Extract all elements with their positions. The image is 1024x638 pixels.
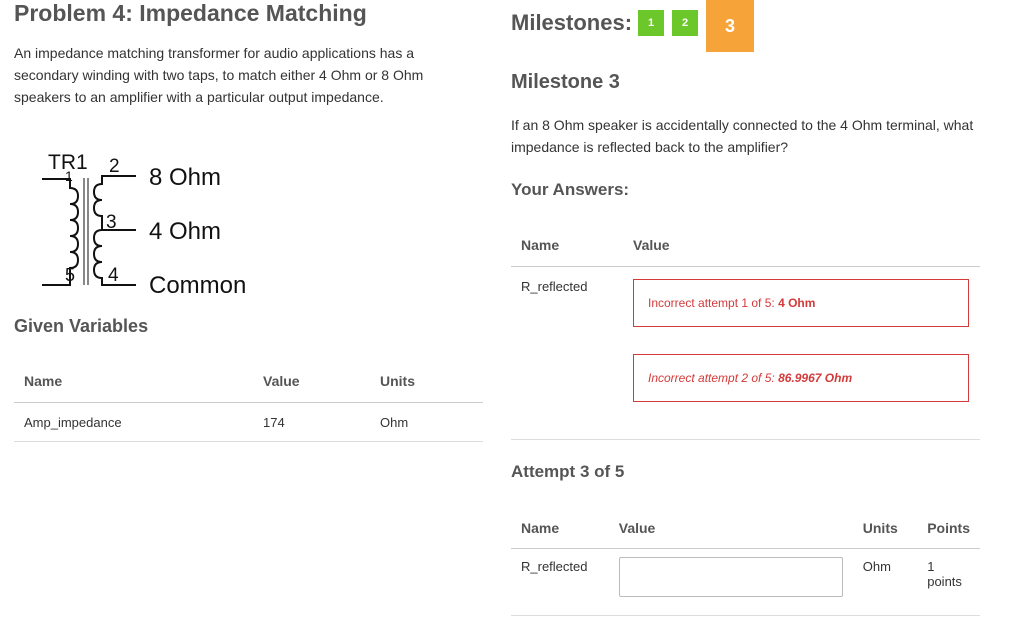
variable-name: Amp_impedance: [14, 402, 253, 442]
column-header-name: Name: [511, 508, 609, 549]
attempt-units: Ohm: [852, 548, 918, 616]
r-reflected-input[interactable]: [618, 557, 843, 597]
pin-3-label: 3: [106, 212, 117, 233]
table-row: Amp_impedance 174 Ohm: [14, 402, 483, 442]
table-header-row: Name Value Units: [14, 360, 483, 403]
your-answers-title: Your Answers:: [511, 180, 630, 199]
milestones-label: Milestones:: [511, 10, 633, 35]
transformer-diagram: TR1 1 2 3 4 5 8 Ohm 4 Ohm Common: [42, 151, 246, 299]
transformer-core: [83, 178, 89, 285]
attempt-title: Attempt 3 of 5: [511, 462, 625, 481]
your-answers-table: Name Value R_reflected Incorrect attempt…: [511, 224, 980, 439]
table-header-row: Name Value: [511, 224, 980, 267]
table-row: R_reflected Ohm 1 points: [511, 548, 980, 616]
column-header-units: Units: [370, 360, 483, 403]
column-header-points: Points: [917, 508, 980, 549]
tap-label-8-ohm: 8 Ohm: [149, 164, 221, 191]
problem-description: An impedance matching transformer for au…: [14, 45, 424, 105]
attempt-variable-name: R_reflected: [511, 548, 609, 616]
milestone-question: If an 8 Ohm speaker is accidentally conn…: [511, 117, 974, 155]
tap-label-common: Common: [149, 272, 246, 299]
milestone-3-button[interactable]: 3: [706, 0, 755, 52]
column-header-value: Value: [253, 360, 370, 403]
attempt-2-prefix: Incorrect attempt 2 of 5:: [648, 371, 775, 385]
column-header-units: Units: [852, 508, 918, 549]
column-header-name: Name: [511, 224, 623, 267]
attempt-2-value: 86.9967 Ohm: [778, 371, 853, 385]
attempt-points: 1 points: [917, 548, 980, 616]
incorrect-attempt-1: Incorrect attempt 1 of 5: 4 Ohm: [633, 279, 969, 327]
answer-name: R_reflected: [521, 279, 588, 294]
milestones-bar: Milestones: 1 2 3: [511, 0, 755, 52]
given-variables-table: Name Value Units Amp_impedance 174 Ohm: [14, 360, 483, 442]
milestone-2-button[interactable]: 2: [672, 10, 699, 36]
pin-2-label: 2: [109, 156, 120, 177]
attempt-1-value: 4 Ohm: [778, 296, 816, 310]
variable-value: 174: [253, 402, 370, 442]
column-header-value: Value: [608, 508, 853, 549]
tap-label-4-ohm: 4 Ohm: [149, 218, 221, 245]
attempt-table: Name Value Units Points R_reflected Ohm …: [511, 508, 980, 616]
attempt-value-cell: [608, 548, 853, 616]
pin-1-label: 1: [65, 168, 73, 184]
table-header-row: Name Value Units Points: [511, 508, 980, 549]
milestone-1-button[interactable]: 1: [638, 10, 665, 36]
attempt-1-prefix: Incorrect attempt 1 of 5:: [648, 296, 775, 310]
milestone-title: Milestone 3: [511, 71, 620, 93]
section-divider: [511, 439, 980, 440]
column-header-value: Value: [623, 224, 980, 267]
answer-attempts: Incorrect attempt 1 of 5: 4 Ohm Incorrec…: [623, 267, 980, 440]
problem-title: Problem 4: Impedance Matching: [14, 0, 367, 26]
table-row: R_reflected Incorrect attempt 1 of 5: 4 …: [511, 267, 980, 440]
variable-units: Ohm: [370, 402, 483, 442]
incorrect-attempt-2: Incorrect attempt 2 of 5: 86.9967 Ohm: [633, 354, 969, 402]
pin-5-label: 5: [65, 265, 75, 285]
pin-4-label: 4: [108, 265, 119, 286]
column-header-name: Name: [14, 360, 253, 403]
given-variables-title: Given Variables: [14, 316, 149, 336]
